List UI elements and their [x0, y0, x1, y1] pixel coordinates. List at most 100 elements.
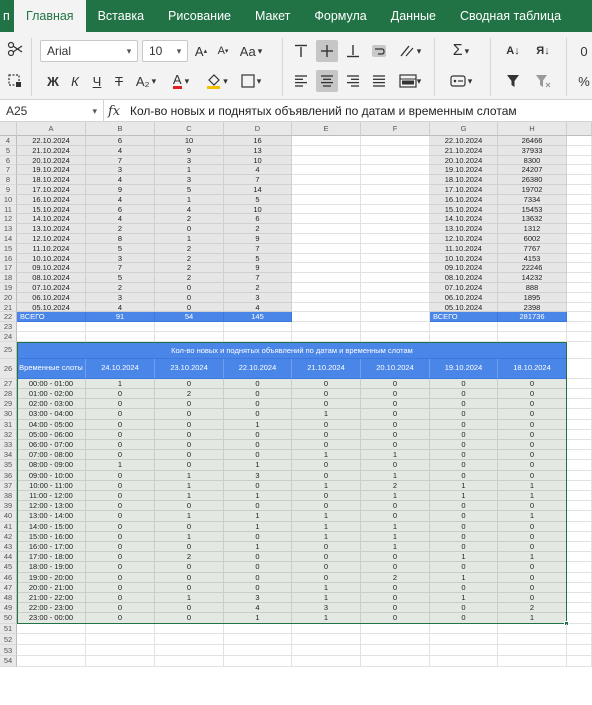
slot-count-cell[interactable]: 0: [86, 419, 155, 430]
views-count-cell[interactable]: 7334: [498, 194, 567, 205]
slot-count-cell[interactable]: 1: [155, 491, 224, 502]
empty-cell[interactable]: [567, 145, 592, 156]
slot-count-cell[interactable]: 1: [292, 521, 361, 532]
empty-cell[interactable]: [361, 263, 430, 274]
empty-cell[interactable]: [361, 623, 430, 635]
date-cell[interactable]: 17.10.2024: [17, 185, 86, 195]
empty-cell[interactable]: [361, 253, 430, 264]
total-count-cell[interactable]: 3: [224, 292, 292, 303]
slot-count-cell[interactable]: 1: [430, 572, 498, 583]
new-count-cell[interactable]: 2: [86, 224, 155, 234]
empty-cell[interactable]: [224, 322, 292, 332]
slot-count-cell[interactable]: 0: [498, 582, 567, 593]
empty-cell[interactable]: [567, 572, 592, 583]
row-header[interactable]: 14: [0, 234, 17, 244]
decrease-font-button[interactable]: A ▾: [214, 40, 232, 62]
slot-count-cell[interactable]: 0: [86, 613, 155, 624]
date-cell[interactable]: 13.10.2024: [430, 224, 498, 234]
slot-count-cell[interactable]: 0: [292, 429, 361, 440]
row-header[interactable]: 36: [0, 470, 17, 481]
new-count-cell[interactable]: 5: [86, 243, 155, 254]
empty-cell[interactable]: [430, 322, 498, 332]
new-count-cell[interactable]: 2: [86, 283, 155, 293]
slot-count-cell[interactable]: 1: [361, 521, 430, 532]
slot-count-cell[interactable]: 0: [361, 562, 430, 573]
empty-cell[interactable]: [498, 656, 567, 667]
slot-count-cell[interactable]: 0: [155, 429, 224, 440]
row-header[interactable]: 8: [0, 175, 17, 185]
time-slot-cell[interactable]: 03:00 - 04:00: [17, 409, 86, 420]
empty-cell[interactable]: [567, 593, 592, 604]
slot-count-cell[interactable]: 0: [155, 409, 224, 420]
subscript-button[interactable]: A₂ ▾: [132, 70, 160, 92]
slot-count-cell[interactable]: 1: [498, 511, 567, 522]
slot-count-cell[interactable]: 0: [361, 552, 430, 563]
empty-cell[interactable]: [361, 234, 430, 244]
empty-cell[interactable]: [567, 302, 592, 313]
row-header[interactable]: 15: [0, 244, 17, 254]
empty-cell[interactable]: [430, 634, 498, 646]
date-cell[interactable]: 18.10.2024: [430, 175, 498, 185]
empty-cell[interactable]: [567, 511, 592, 522]
views-count-cell[interactable]: 8300: [498, 155, 567, 166]
total-count-cell[interactable]: 2: [224, 224, 292, 234]
slot-count-cell[interactable]: 0: [430, 511, 498, 522]
slot-count-cell[interactable]: 0: [86, 531, 155, 542]
fx-icon[interactable]: fx: [108, 100, 128, 122]
slot-count-cell[interactable]: 1: [292, 450, 361, 461]
slot-count-cell[interactable]: 1: [224, 491, 292, 502]
empty-cell[interactable]: [567, 204, 592, 215]
slot-count-cell[interactable]: 0: [155, 399, 224, 410]
date-cell[interactable]: 06.10.2024: [17, 292, 86, 303]
tab-pivot-table[interactable]: Сводная таблица: [448, 0, 573, 32]
empty-cell[interactable]: [361, 155, 430, 166]
empty-cell[interactable]: [567, 341, 592, 359]
slot-count-cell[interactable]: 0: [498, 562, 567, 573]
slot-count-cell[interactable]: 0: [430, 378, 498, 389]
empty-cell[interactable]: [17, 634, 86, 646]
percent-style-button[interactable]: %: [576, 70, 592, 92]
row-header[interactable]: 51: [0, 623, 17, 635]
slot-count-cell[interactable]: 0: [430, 562, 498, 573]
slot-count-cell[interactable]: 0: [292, 562, 361, 573]
slot-count-cell[interactable]: 1: [430, 480, 498, 491]
total-count-cell[interactable]: 16: [224, 136, 292, 146]
align-left-icon[interactable]: [290, 70, 312, 92]
empty-cell[interactable]: [292, 194, 361, 205]
tab-layout[interactable]: Макет: [243, 0, 302, 32]
time-slot-cell[interactable]: 22:00 - 23:00: [17, 603, 86, 614]
views-count-cell[interactable]: 26380: [498, 175, 567, 185]
time-slot-cell[interactable]: 08:00 - 09:00: [17, 460, 86, 471]
empty-cell[interactable]: [567, 253, 592, 264]
row-header[interactable]: 45: [0, 562, 17, 573]
time-slot-cell[interactable]: 21:00 - 22:00: [17, 593, 86, 604]
slot-count-cell[interactable]: 0: [292, 440, 361, 451]
empty-cell[interactable]: [361, 165, 430, 176]
empty-cell[interactable]: [224, 332, 292, 342]
row-header[interactable]: 39: [0, 501, 17, 512]
empty-cell[interactable]: [361, 243, 430, 254]
align-right-icon[interactable]: [342, 70, 364, 92]
empty-cell[interactable]: [292, 204, 361, 215]
slot-count-cell[interactable]: 1: [292, 511, 361, 522]
row-header[interactable]: 6: [0, 156, 17, 166]
empty-cell[interactable]: [17, 623, 86, 635]
slot-count-cell[interactable]: 0: [86, 450, 155, 461]
slot-count-cell[interactable]: 0: [430, 542, 498, 553]
slot-count-cell[interactable]: 1: [292, 480, 361, 491]
new-count-cell[interactable]: 7: [86, 263, 155, 274]
date-cell[interactable]: 20.10.2024: [430, 155, 498, 166]
slot-count-cell[interactable]: 0: [224, 440, 292, 451]
column-header-next[interactable]: [567, 122, 592, 136]
slot-count-cell[interactable]: 0: [361, 419, 430, 430]
new-count-cell[interactable]: 8: [86, 234, 155, 244]
slot-count-cell[interactable]: 0: [361, 429, 430, 440]
empty-cell[interactable]: [292, 332, 361, 342]
new-count-cell[interactable]: 9: [86, 185, 155, 195]
slot-count-cell[interactable]: 0: [86, 542, 155, 553]
slot-count-cell[interactable]: 0: [361, 582, 430, 593]
empty-cell[interactable]: [292, 263, 361, 274]
date-cell[interactable]: 13.10.2024: [17, 224, 86, 234]
slot-count-cell[interactable]: 2: [361, 480, 430, 491]
slot-count-cell[interactable]: 0: [224, 389, 292, 400]
